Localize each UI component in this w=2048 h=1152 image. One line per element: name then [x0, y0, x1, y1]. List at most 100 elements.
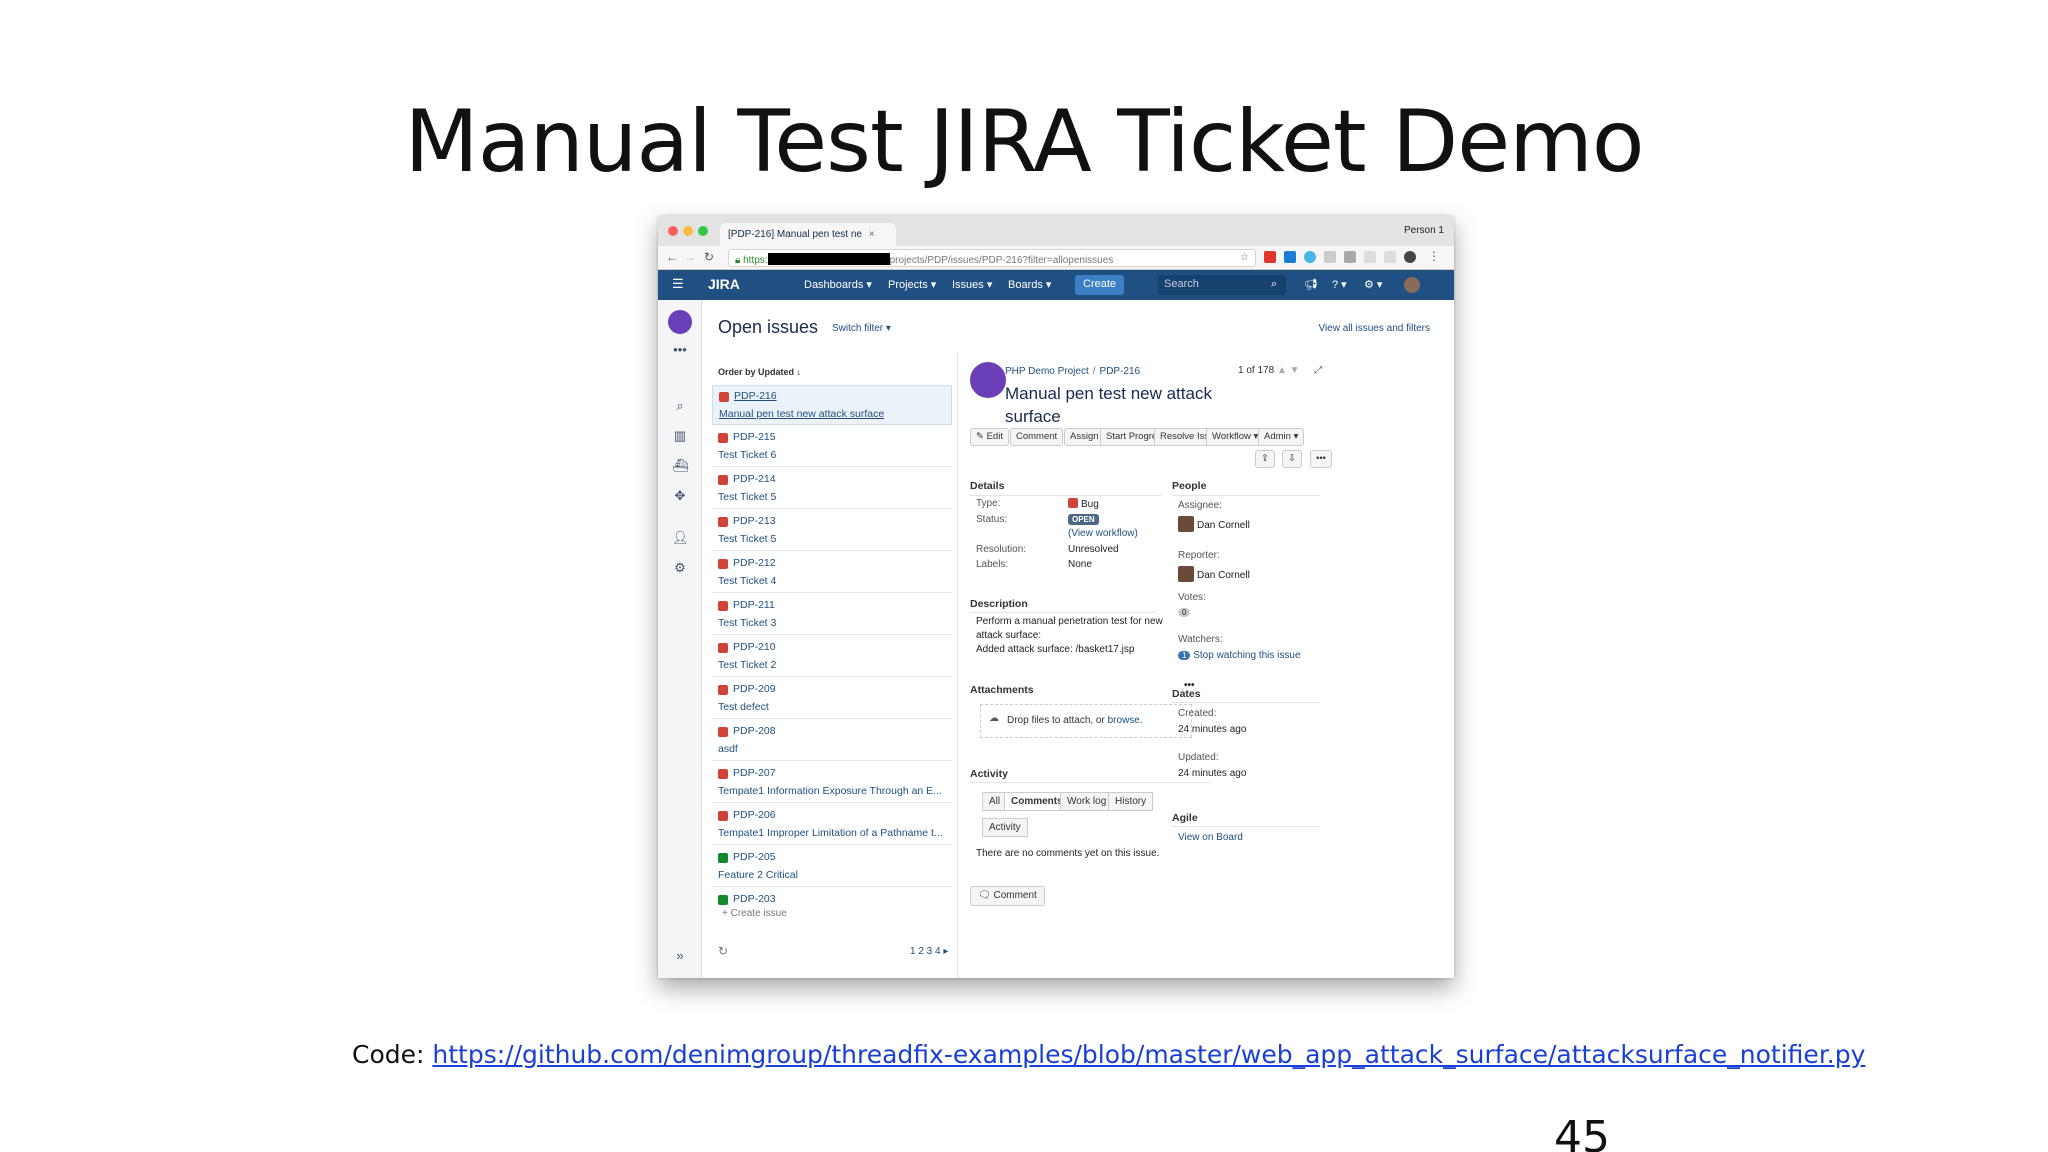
attachment-dropzone[interactable]: ☁ Drop files to attach, or browse.	[980, 704, 1192, 738]
extension-icon[interactable]	[1264, 251, 1276, 263]
minimize-window-button[interactable]	[683, 226, 693, 236]
hamburger-icon[interactable]: ☰	[672, 276, 684, 292]
back-icon[interactable]: ←	[666, 250, 678, 264]
more-actions-icon[interactable]: •••	[1310, 450, 1332, 468]
nav-dashboards[interactable]: Dashboards ▾	[804, 278, 872, 291]
view-on-board-link[interactable]: View on Board	[1178, 832, 1243, 843]
tab-activity[interactable]: Activity	[982, 818, 1028, 837]
reporter-value[interactable]: Dan Cornell	[1178, 566, 1250, 582]
releases-icon[interactable]: ⛴︎	[672, 458, 689, 474]
view-workflow-link[interactable]: (View workflow)	[1068, 528, 1138, 539]
issue-key[interactable]: PDP-211	[718, 599, 946, 611]
issue-list-item[interactable]: PDP-208 asdf	[712, 721, 952, 761]
issue-list-item[interactable]: PDP-214 Test Ticket 5	[712, 469, 952, 509]
issue-list-item[interactable]: PDP-211 Test Ticket 3	[712, 595, 952, 635]
jira-logo[interactable]: JIRA	[708, 276, 740, 292]
breadcrumb-project[interactable]: PHP Demo Project	[1005, 366, 1089, 377]
add-people-icon[interactable]: 👤︎	[672, 530, 689, 546]
reload-icon[interactable]: ↻	[704, 250, 714, 264]
issue-list-item[interactable]: PDP-215 Test Ticket 6	[712, 427, 952, 467]
issue-key[interactable]: PDP-216	[719, 390, 945, 402]
share-icon[interactable]: ⇪	[1255, 450, 1275, 468]
create-button[interactable]: Create	[1075, 275, 1125, 295]
nav-boards[interactable]: Boards ▾	[1008, 278, 1051, 291]
project-avatar[interactable]	[668, 310, 692, 334]
reports-icon[interactable]: ▥	[672, 428, 688, 444]
nav-issues[interactable]: Issues ▾	[952, 278, 992, 291]
create-issue-link[interactable]: + Create issue	[722, 908, 787, 919]
issue-summary[interactable]: Test defect	[718, 701, 946, 713]
pagination[interactable]: 1 2 3 4 ▸	[910, 946, 948, 957]
issue-summary[interactable]: Tempate1 Improper Limitation of a Pathna…	[718, 827, 946, 839]
more-icon[interactable]: •••	[672, 342, 688, 357]
nav-projects[interactable]: Projects ▾	[888, 278, 936, 291]
github-link[interactable]: https://github.com/denimgroup/threadfix-…	[432, 1040, 1865, 1069]
order-by-dropdown[interactable]: Order by Updated ↓	[718, 367, 801, 377]
extension-icon[interactable]	[1404, 251, 1416, 263]
forward-icon[interactable]: →	[684, 250, 696, 264]
edit-button[interactable]: ✎ Edit	[970, 428, 1009, 446]
extension-icon[interactable]	[1384, 251, 1396, 263]
issue-summary[interactable]: Test Ticket 3	[718, 617, 946, 629]
assign-button[interactable]: Assign	[1064, 428, 1105, 446]
search-input[interactable]: Search	[1158, 275, 1286, 295]
maximize-window-button[interactable]	[698, 226, 708, 236]
issue-summary[interactable]: Test Ticket 5	[718, 491, 946, 503]
issue-summary[interactable]: Test Ticket 6	[718, 449, 946, 461]
tab-work-log[interactable]: Work log	[1060, 792, 1114, 811]
extension-icon[interactable]	[1284, 251, 1296, 263]
issue-key[interactable]: PDP-209	[718, 683, 946, 695]
bookmark-star-icon[interactable]: ☆	[1240, 252, 1249, 263]
issue-list-item[interactable]: PDP-216 Manual pen test new attack surfac…	[712, 385, 952, 425]
switch-filter-link[interactable]: Switch filter ▾	[832, 323, 891, 334]
avatar[interactable]	[1404, 277, 1420, 293]
export-icon[interactable]: ⇩	[1282, 450, 1302, 468]
profile-name[interactable]: Person 1	[1404, 225, 1444, 236]
issue-summary[interactable]: Tempate1 Information Exposure Through an…	[718, 785, 946, 797]
assignee-value[interactable]: Dan Cornell	[1178, 516, 1250, 532]
issue-list-item[interactable]: PDP-207 Tempate1 Information Exposure Thr…	[712, 763, 952, 803]
tab-history[interactable]: History	[1108, 792, 1154, 811]
issue-key[interactable]: PDP-214	[718, 473, 946, 485]
comment-button[interactable]: Comment	[1010, 428, 1064, 446]
extension-icon[interactable]	[1344, 251, 1356, 263]
issue-list-item[interactable]: PDP-213 Test Ticket 5	[712, 511, 952, 551]
issue-list-item[interactable]: PDP-205 Feature 2 Critical	[712, 847, 952, 887]
tab-close-icon[interactable]: ×	[869, 229, 875, 240]
issue-summary[interactable]: Test Ticket 2	[718, 659, 946, 671]
issue-key[interactable]: PDP-207	[718, 767, 946, 779]
view-all-issues-link[interactable]: View all issues and filters	[1318, 323, 1430, 334]
issue-key[interactable]: PDP-212	[718, 557, 946, 569]
issue-key[interactable]: PDP-203	[718, 893, 946, 905]
issue-list-item[interactable]: PDP-209 Test defect	[712, 679, 952, 719]
issue-key[interactable]: PDP-210	[718, 641, 946, 653]
issue-title[interactable]: Manual pen test new attack surface	[1005, 382, 1225, 428]
close-window-button[interactable]	[668, 226, 678, 236]
add-comment-button[interactable]: 🗨︎ Comment	[970, 886, 1045, 906]
issue-list-item[interactable]: PDP-203	[712, 889, 952, 909]
search-icon[interactable]: ⌕	[1271, 278, 1277, 291]
help-icon[interactable]: ? ▾	[1332, 278, 1347, 291]
feedback-icon[interactable]: 📢︎	[1304, 278, 1318, 291]
search-issues-icon[interactable]: ⌕	[672, 398, 688, 414]
stop-watching-link[interactable]: 1 Stop watching this issue	[1178, 650, 1301, 661]
browse-link[interactable]: browse.	[1108, 715, 1143, 726]
issue-summary[interactable]: Feature 2 Critical	[718, 869, 946, 881]
issue-key[interactable]: PDP-213	[718, 515, 946, 527]
extension-icon[interactable]	[1324, 251, 1336, 263]
issue-key[interactable]: PDP-205	[718, 851, 946, 863]
issue-key[interactable]: PDP-215	[718, 431, 946, 443]
gear-icon[interactable]: ⚙ ▾	[1364, 278, 1382, 291]
issue-list-item[interactable]: PDP-210 Test Ticket 2	[712, 637, 952, 677]
issue-summary[interactable]: Test Ticket 5	[718, 533, 946, 545]
extension-icon[interactable]	[1364, 251, 1376, 263]
issue-list-item[interactable]: PDP-212 Test Ticket 4	[712, 553, 952, 593]
issue-key[interactable]: PDP-206	[718, 809, 946, 821]
refresh-icon[interactable]: ↻	[718, 944, 728, 958]
issue-summary[interactable]: Manual pen test new attack surface	[719, 408, 945, 420]
expand-sidebar-icon[interactable]: »	[672, 948, 688, 963]
browser-tab[interactable]: [PDP-216] Manual pen test ne ×	[720, 223, 896, 246]
issue-summary[interactable]: Test Ticket 4	[718, 575, 946, 587]
workflow-button[interactable]: Workflow ▾	[1206, 428, 1265, 446]
issue-summary[interactable]: asdf	[718, 743, 946, 755]
